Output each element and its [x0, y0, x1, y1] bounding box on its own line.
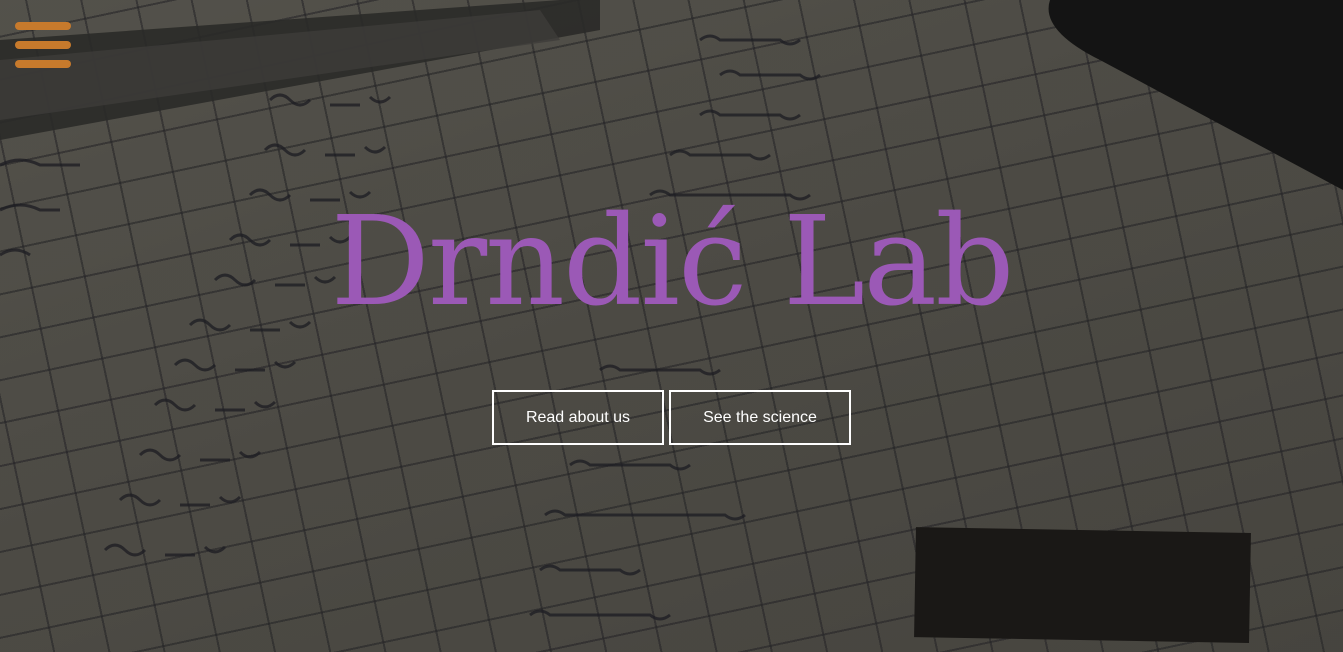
menu-bar-bottom — [15, 60, 71, 68]
hero-actions: Read about us See the science — [492, 390, 851, 445]
hamburger-menu-icon[interactable] — [15, 22, 71, 72]
menu-bar-middle — [15, 41, 71, 49]
site-title: Drndić Lab — [330, 190, 1014, 334]
hero-section: Drndić Lab Read about us See the science — [0, 0, 1343, 652]
see-the-science-button[interactable]: See the science — [669, 390, 851, 445]
menu-bar-top — [15, 22, 71, 30]
read-about-us-button[interactable]: Read about us — [492, 390, 664, 445]
